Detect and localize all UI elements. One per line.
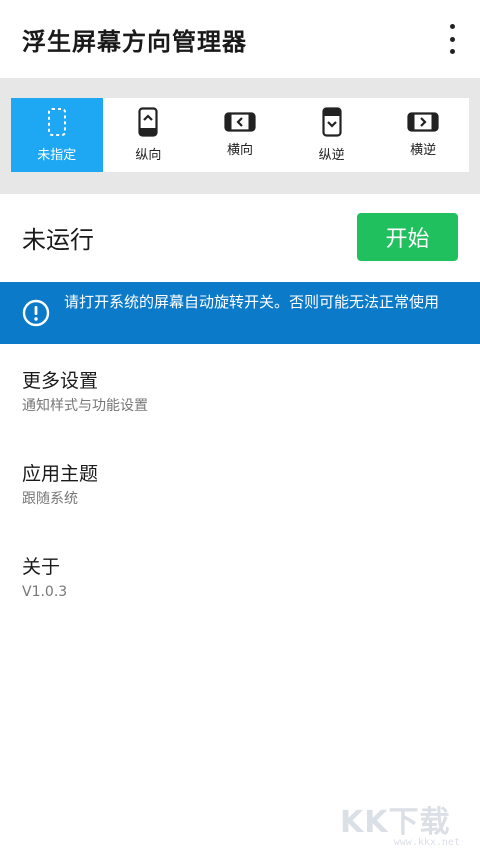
service-status-text: 未运行: [22, 226, 94, 254]
notice-message: 请打开系统的屏幕自动旋转开关。否则可能无法正常使用: [64, 293, 440, 311]
start-button[interactable]: 开始: [357, 213, 458, 261]
reverse-portrait-icon: [321, 107, 342, 137]
portrait-icon: [138, 107, 158, 137]
setting-subtitle: 跟随系统: [22, 491, 78, 507]
watermark-text: KK下载: [340, 805, 451, 840]
orientation-selector: 未指定 纵向 横向 纵逆 横逆: [11, 98, 469, 172]
orientation-option-portrait[interactable]: 纵向: [103, 98, 195, 172]
reverse-landscape-icon: [407, 112, 439, 132]
orientation-option-landscape[interactable]: 横向: [194, 98, 286, 172]
orientation-label: 横逆: [410, 143, 437, 158]
orientation-label: 纵逆: [318, 148, 345, 163]
auto-rotate-notice: 请打开系统的屏幕自动旋转开关。否则可能无法正常使用: [0, 282, 480, 344]
orientation-label: 纵向: [135, 148, 162, 163]
service-status-row: 未运行 开始: [0, 194, 480, 282]
setting-more-settings[interactable]: 更多设置 通知样式与功能设置: [22, 368, 462, 416]
setting-title: 更多设置: [22, 370, 99, 392]
setting-app-theme[interactable]: 应用主题 跟随系统: [22, 461, 462, 509]
more-vert-icon[interactable]: [440, 24, 464, 54]
setting-about[interactable]: 关于 V1.0.3: [22, 554, 462, 602]
orientation-option-unspecified[interactable]: 未指定: [11, 98, 103, 172]
landscape-icon: [224, 112, 256, 132]
orientation-option-reverse-landscape[interactable]: 横逆: [377, 98, 469, 172]
unspecified-icon: [47, 108, 66, 136]
orientation-label: 未指定: [37, 148, 77, 163]
setting-title: 应用主题: [22, 463, 99, 485]
orientation-panel: 未指定 纵向 横向 纵逆 横逆: [0, 78, 480, 194]
orientation-option-reverse-portrait[interactable]: 纵逆: [286, 98, 378, 172]
info-icon: [22, 299, 50, 327]
setting-subtitle: 通知样式与功能设置: [22, 398, 148, 414]
setting-title: 关于: [22, 556, 61, 578]
setting-subtitle: V1.0.3: [22, 584, 68, 600]
app-bar: 浮生屏幕方向管理器: [0, 0, 480, 78]
orientation-label: 横向: [226, 143, 253, 158]
watermark-logo: KK下载 www.kkx.net: [340, 797, 460, 848]
app-title: 浮生屏幕方向管理器: [22, 28, 247, 56]
